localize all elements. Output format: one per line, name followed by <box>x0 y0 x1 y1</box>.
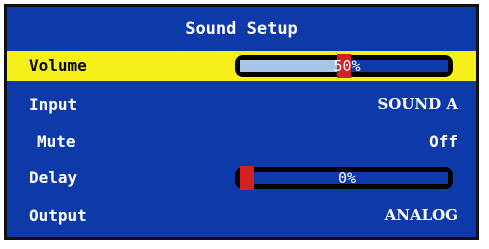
mute-value: Off <box>429 132 458 151</box>
menu-item-mute[interactable]: Mute Off <box>7 127 476 157</box>
delay-label: Delay <box>29 168 78 187</box>
mute-label: Mute <box>37 132 76 151</box>
volume-slider[interactable]: 50% <box>232 51 457 81</box>
output-label: Output <box>29 206 87 225</box>
sound-setup-menu: Sound Setup Volume 50% Input SOUND A Mut… <box>4 4 479 240</box>
menu-item-volume[interactable]: Volume 50% <box>7 51 476 81</box>
delay-slider-marker[interactable] <box>240 166 254 190</box>
input-label: Input <box>29 95 78 114</box>
volume-percent: 50% <box>333 57 361 75</box>
output-value: ANALOG <box>384 206 458 224</box>
menu-title: Sound Setup <box>185 19 298 39</box>
delay-slider[interactable]: 0% <box>232 163 457 193</box>
input-value: SOUND A <box>377 95 458 113</box>
delay-percent: 0% <box>337 169 357 187</box>
menu-item-input[interactable]: Input SOUND A <box>7 90 476 120</box>
menu-item-output[interactable]: Output ANALOG <box>7 201 476 231</box>
menu-item-delay[interactable]: Delay 0% <box>7 163 476 193</box>
volume-label: Volume <box>29 56 87 75</box>
